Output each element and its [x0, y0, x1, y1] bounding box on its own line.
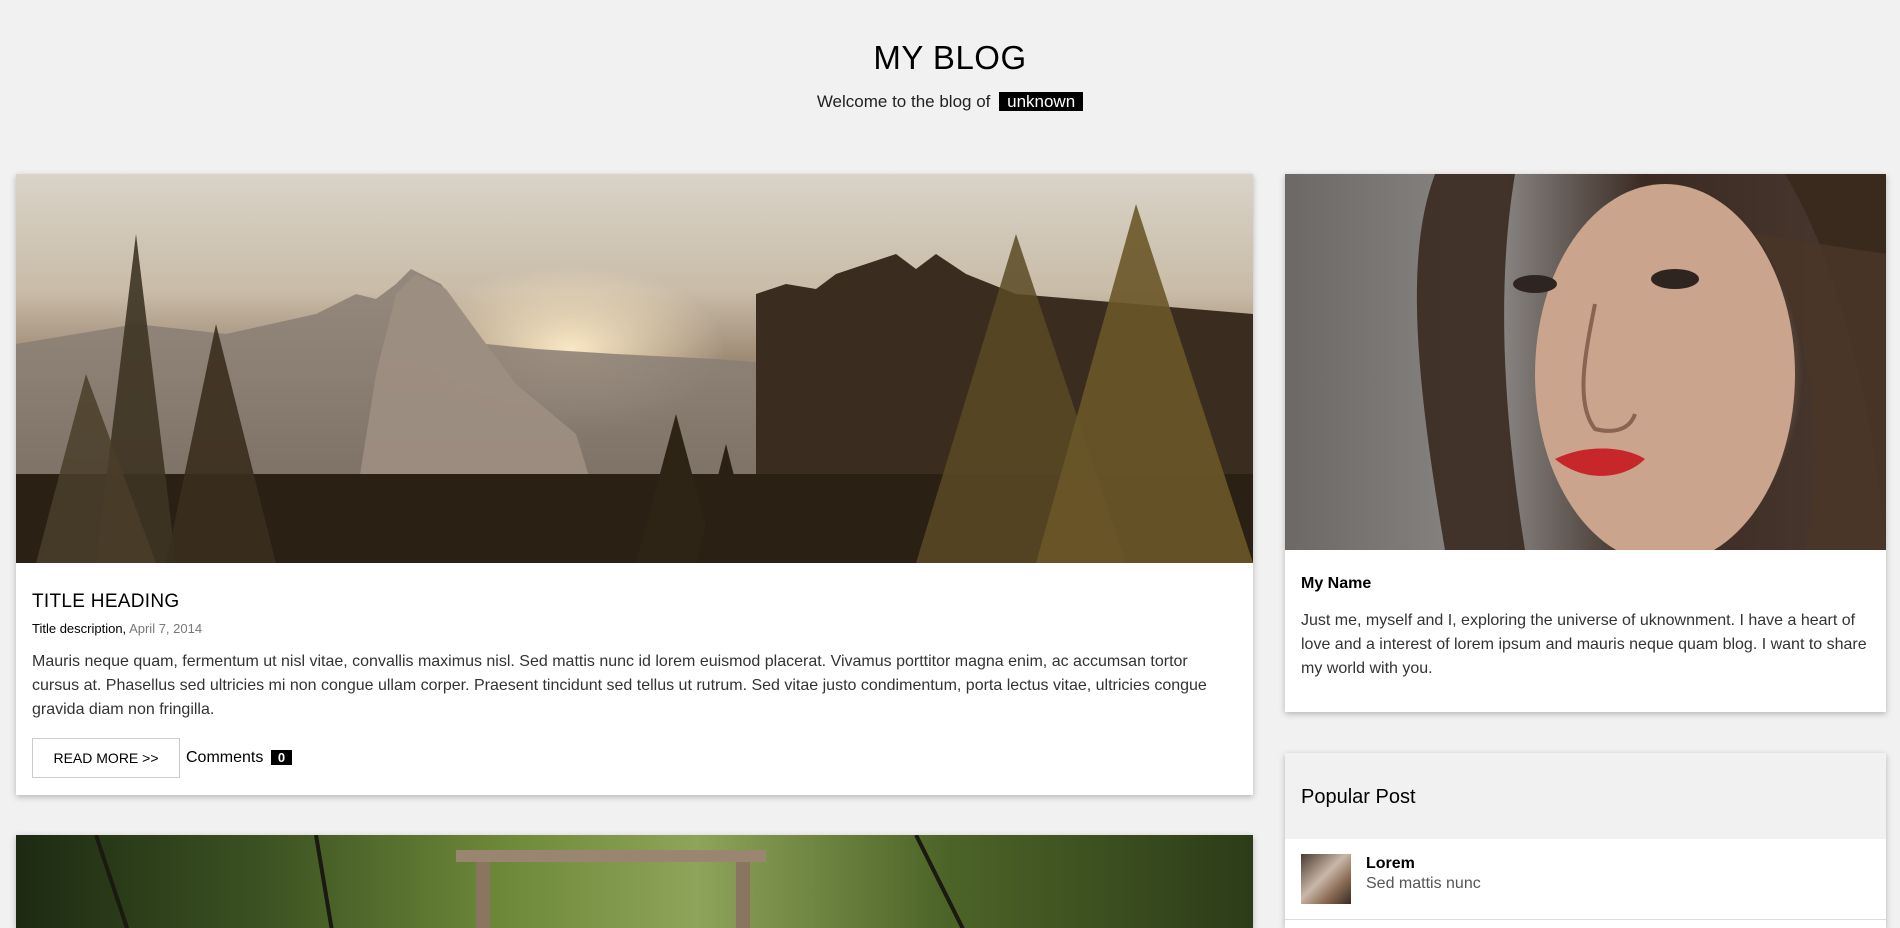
blog-post-card: TITLE HEADING Title description, April 7… — [16, 174, 1253, 795]
portrait-graphic — [1416, 174, 1886, 550]
profile-card: My Name Just me, myself and I, exploring… — [1285, 174, 1886, 712]
post-body: Mauris neque quam, fermentum ut nisl vit… — [32, 653, 1207, 718]
popular-post-thumbnail — [1301, 854, 1351, 904]
read-more-button[interactable]: READ MORE >> — [32, 738, 180, 778]
popular-post-subtitle: Sed mattis nunc — [1366, 875, 1481, 892]
post-meta: Title description, April 7, 2014 — [32, 620, 202, 638]
post-date: April 7, 2014 — [129, 621, 203, 636]
popular-posts-card: Popular Post Lorem Sed mattis nunc — [1285, 753, 1886, 928]
post-image — [16, 174, 1253, 563]
comments-label: Comments — [186, 749, 264, 766]
profile-name: My Name — [1301, 575, 1372, 592]
tagline-text: Welcome to the blog of — [816, 92, 991, 111]
site-title: MY BLOG — [873, 39, 1027, 76]
comments-count-badge: 0 — [270, 750, 293, 765]
blog-post-card-2 — [16, 835, 1253, 928]
comments-indicator[interactable]: Comments 0 — [186, 747, 293, 769]
profile-photo — [1285, 174, 1886, 550]
mountain-landscape-graphic — [16, 204, 1253, 563]
post-image-2 — [16, 835, 1253, 928]
popular-posts-title: Popular Post — [1301, 786, 1416, 808]
swing-forest-graphic — [94, 835, 965, 928]
profile-bio: Just me, myself and I, exploring the uni… — [1301, 612, 1867, 677]
site-tagline: Welcome to the blog of unknown — [0, 91, 1900, 113]
popular-posts-header: Popular Post — [1285, 753, 1886, 839]
post-description: Title description, — [32, 621, 127, 636]
popular-post-item[interactable]: Lorem Sed mattis nunc — [1285, 839, 1886, 920]
author-badge: unknown — [999, 92, 1084, 111]
post-title[interactable]: TITLE HEADING — [32, 590, 179, 614]
popular-post-title: Lorem — [1366, 855, 1415, 872]
